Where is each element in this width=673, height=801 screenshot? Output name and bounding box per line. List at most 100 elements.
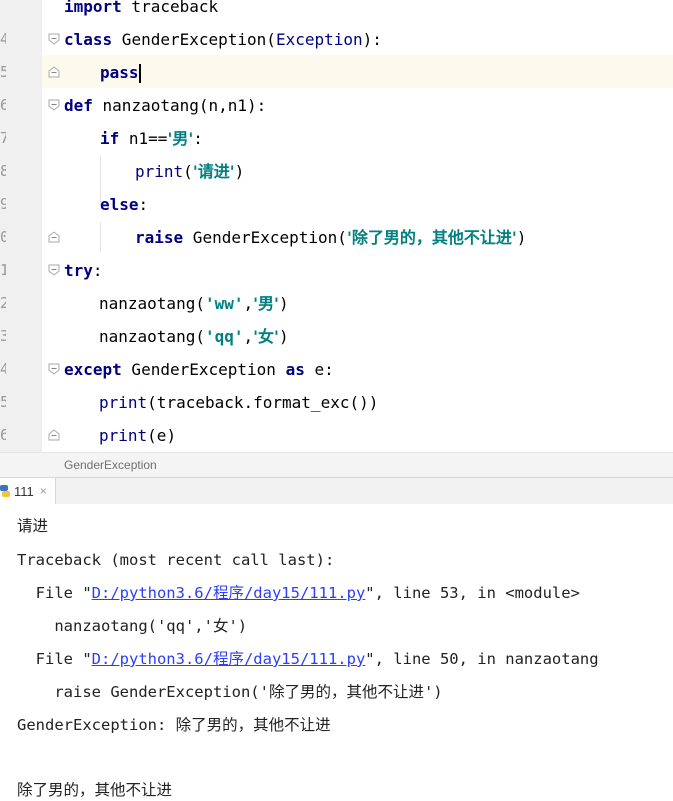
text-caret <box>138 64 141 83</box>
code-text: ) <box>278 327 289 346</box>
string-literal: '女' <box>253 327 279 346</box>
code-text: GenderException <box>121 360 286 379</box>
fold-collapse-icon[interactable] <box>47 32 61 46</box>
line-number: 5 <box>0 393 6 411</box>
line-number-gutter: 4 5 6 7 8 9 0 1 2 3 4 5 6 <box>0 0 42 452</box>
breadcrumb-item[interactable]: GenderException <box>64 458 157 472</box>
indent-guide <box>100 222 101 252</box>
run-tab-label: 111 <box>14 483 34 499</box>
code-line[interactable]: else: <box>100 194 148 216</box>
console-text: File " <box>17 650 92 668</box>
code-line[interactable]: import traceback <box>64 0 218 18</box>
code-line[interactable]: nanzaotang('qq','女') <box>99 326 289 348</box>
string-literal: '请进' <box>192 162 235 181</box>
code-text: traceback <box>121 0 219 16</box>
console-line: 请进 <box>17 517 49 535</box>
python-file-icon <box>0 485 10 497</box>
code-line[interactable]: pass <box>100 62 141 84</box>
line-number: 1 <box>0 261 6 279</box>
console-line: Traceback (most recent call last): <box>17 551 335 569</box>
line-number: 9 <box>0 195 6 213</box>
string-literal: 'ww' <box>204 294 244 313</box>
code-editor[interactable]: 4 5 6 7 8 9 0 1 2 3 4 5 6 import traceba… <box>0 0 673 452</box>
keyword: def <box>64 96 93 115</box>
code-text: (traceback.format_exc()) <box>147 393 379 412</box>
keyword: pass <box>100 63 139 82</box>
run-tab-111[interactable]: 111 × <box>0 478 56 504</box>
line-number: 7 <box>0 129 6 147</box>
code-text: , <box>243 294 254 313</box>
builtin-function: print <box>99 393 148 412</box>
keyword: raise <box>135 228 184 247</box>
code-text: , <box>243 327 254 346</box>
console-line: nanzaotang('qq','女') <box>17 617 248 635</box>
code-line[interactable]: try: <box>64 260 103 282</box>
line-number: 0 <box>0 228 6 246</box>
string-literal: '男' <box>253 294 279 313</box>
keyword: import <box>64 0 122 16</box>
console-text: ", line 53, in <module> <box>365 584 580 602</box>
code-text: : <box>193 129 203 148</box>
console-line: File "D:/python3.6/程序/day15/111.py", lin… <box>17 582 580 604</box>
console-line: 除了男的，其他不让进 <box>17 781 173 799</box>
fold-end-icon[interactable] <box>47 428 61 442</box>
keyword: if <box>100 129 120 148</box>
code-text: GenderException( <box>183 228 347 247</box>
fold-collapse-icon[interactable] <box>47 362 61 376</box>
run-tab-bar: 111 × <box>0 477 673 505</box>
code-text: (e) <box>147 426 177 445</box>
line-number: 3 <box>0 327 6 345</box>
line-number: 6 <box>0 96 6 114</box>
keyword: try <box>64 261 93 280</box>
code-line[interactable]: raise GenderException('除了男的，其他不让进') <box>135 227 526 249</box>
line-number: 6 <box>0 426 6 444</box>
code-text: nanzaotang(n,n1): <box>92 96 267 115</box>
code-line[interactable]: if n1=='男': <box>100 128 203 150</box>
keyword: class <box>64 30 113 49</box>
code-text: ) <box>234 162 245 181</box>
code-line[interactable]: except GenderException as e: <box>64 359 334 381</box>
code-line[interactable]: def nanzaotang(n,n1): <box>64 95 266 117</box>
builtin-type: Exception <box>275 30 363 49</box>
keyword: as <box>285 360 305 379</box>
builtin-function: print <box>135 162 184 181</box>
code-text: nanzaotang( <box>99 294 205 313</box>
line-number: 8 <box>0 162 6 180</box>
keyword: else <box>100 195 139 214</box>
code-text: ): <box>362 30 382 49</box>
console-line: File "D:/python3.6/程序/day15/111.py", lin… <box>17 648 599 670</box>
fold-collapse-icon[interactable] <box>47 98 61 112</box>
console-text: ", line 50, in nanzaotang <box>365 650 599 668</box>
run-console-output[interactable]: 请进 Traceback (most recent call last): Fi… <box>0 504 673 801</box>
close-icon[interactable]: × <box>40 484 47 498</box>
line-number: 4 <box>0 360 6 378</box>
code-text: ) <box>278 294 289 313</box>
code-text: ) <box>516 228 527 247</box>
code-text: n1== <box>119 129 168 148</box>
code-line[interactable]: print(e) <box>99 425 176 447</box>
file-path-link[interactable]: D:/python3.6/程序/day15/111.py <box>92 650 366 668</box>
line-number: 5 <box>0 63 6 81</box>
code-line[interactable]: print(traceback.format_exc()) <box>99 392 378 414</box>
file-path-link[interactable]: D:/python3.6/程序/day15/111.py <box>92 584 366 602</box>
fold-end-icon[interactable] <box>47 65 61 79</box>
string-literal: '除了男的，其他不让进' <box>346 228 517 247</box>
line-number: 2 <box>0 294 6 312</box>
code-line[interactable]: class GenderException(Exception): <box>64 29 382 51</box>
code-text: nanzaotang( <box>99 327 205 346</box>
console-text: File " <box>17 584 92 602</box>
line-number: 4 <box>0 30 6 48</box>
string-literal: 'qq' <box>204 327 244 346</box>
code-text: : <box>138 195 149 214</box>
code-text: ( <box>183 162 193 181</box>
code-text: GenderException( <box>112 30 276 49</box>
code-line[interactable]: print('请进') <box>135 161 244 183</box>
keyword: except <box>64 360 122 379</box>
console-line: GenderException: 除了男的，其他不让进 <box>17 716 331 734</box>
breadcrumb[interactable]: GenderException <box>0 452 673 478</box>
string-literal: '男' <box>167 129 194 148</box>
fold-collapse-icon[interactable] <box>47 263 61 277</box>
fold-end-icon[interactable] <box>47 230 61 244</box>
console-line: raise GenderException('除了男的，其他不让进') <box>17 683 443 701</box>
code-line[interactable]: nanzaotang('ww','男') <box>99 293 289 315</box>
